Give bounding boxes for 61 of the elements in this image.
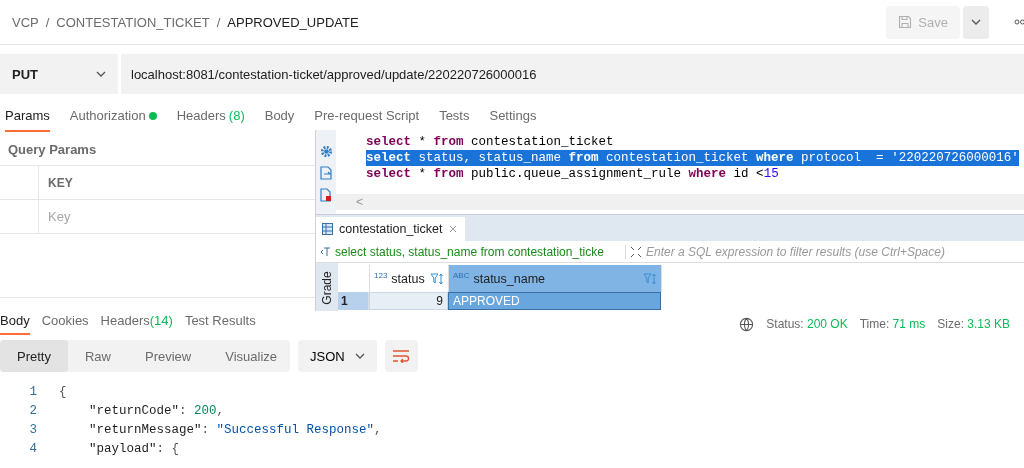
save-options-button[interactable] — [963, 5, 989, 39]
code-line: { — [59, 384, 67, 399]
request-tab[interactable]: Body — [264, 108, 295, 132]
save-icon — [898, 15, 913, 29]
response-tab[interactable]: Test Results — [184, 313, 256, 335]
query-text: select status, status_name from contestation_ticke — [335, 245, 626, 259]
filter-input[interactable]: Enter a SQL expression to filter results (use Ctrl+Space) — [646, 245, 945, 259]
table-icon — [322, 223, 333, 235]
response-stat: Status: 200 OK — [766, 317, 848, 331]
column-header: KEY — [47, 174, 74, 192]
caret-icon — [354, 353, 365, 359]
table-cell: 9 — [369, 292, 448, 310]
request-tab[interactable]: Headers (8) — [176, 108, 245, 132]
request-tab[interactable]: Pre-request Script — [314, 108, 420, 132]
method-dropdown[interactable]: PUT — [0, 54, 118, 94]
code-line: "returnCode": 200, — [89, 403, 225, 418]
format-dropdown[interactable]: JSON — [298, 340, 377, 372]
breadcrumb-separator: / — [216, 14, 221, 30]
request-tab[interactable]: Authorization — [69, 108, 157, 132]
document-error-icon[interactable] — [320, 188, 332, 202]
response-stat: Size: 3.13 KB — [937, 317, 1010, 331]
export-icon[interactable] — [320, 166, 332, 180]
row-number: 1 — [338, 292, 369, 310]
text-icon — [320, 247, 331, 257]
breadcrumb-item[interactable]: VCP — [12, 14, 39, 30]
column-header[interactable]: ABC status_name — [449, 265, 662, 292]
wrap-icon — [392, 349, 411, 363]
response-tab[interactable]: Cookies — [41, 313, 89, 335]
url-field[interactable]: localhost:8081/contestation-ticket/approved/update/220220726000016 — [121, 54, 1024, 94]
view-mode-tab[interactable]: Preview — [128, 340, 209, 372]
gear-icon[interactable] — [319, 145, 333, 158]
view-mode-tab[interactable]: Visualize — [208, 340, 295, 372]
wrap-lines-button[interactable] — [384, 340, 418, 372]
filter-icon[interactable] — [430, 273, 444, 285]
caret-icon — [96, 71, 106, 77]
code-line: "returnMessage": "Successful Response", — [89, 422, 382, 437]
result-tab[interactable]: contestation_ticket — [316, 217, 465, 241]
response-tab[interactable]: Body — [0, 313, 30, 335]
caret-icon — [971, 19, 981, 25]
line-number: 1 — [28, 384, 37, 399]
sql-line: select * from contestation_ticket — [366, 134, 614, 150]
code-line: "payload": { — [89, 441, 180, 456]
breadcrumb-separator: / — [45, 14, 50, 30]
expand-icon[interactable] — [630, 246, 642, 258]
globe-icon[interactable] — [739, 316, 755, 332]
response-tab[interactable]: Headers(14) — [100, 313, 173, 335]
request-tab[interactable]: Params — [5, 108, 50, 132]
sql-line: select * from public.queue_assignment_rule where id <15 — [366, 166, 779, 182]
close-icon[interactable] — [448, 225, 457, 233]
breadcrumb-item: APPROVED_UPDATE — [227, 14, 359, 30]
view-mode-tab[interactable]: Raw — [67, 340, 128, 372]
line-number: 4 — [28, 441, 37, 456]
request-tab[interactable]: Tests — [439, 108, 470, 132]
line-number: 2 — [28, 403, 37, 418]
view-mode-tab[interactable]: Pretty — [0, 340, 68, 372]
response-stat: Time: 71 ms — [859, 317, 926, 331]
table-cell: APPROVED — [448, 292, 661, 310]
section-title: Query Params — [7, 141, 98, 159]
request-tab[interactable]: Settings — [489, 108, 537, 132]
breadcrumb-item[interactable]: CONTESTATION_TICKET — [56, 14, 210, 30]
line-number: 3 — [28, 422, 37, 437]
